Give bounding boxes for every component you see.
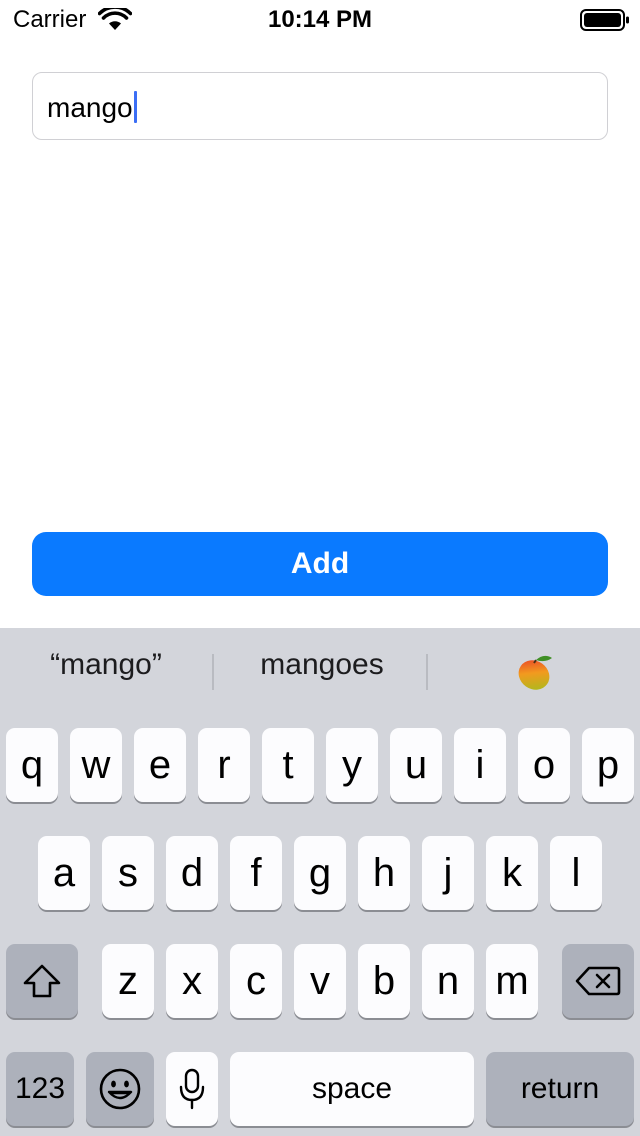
- battery-icon: [580, 9, 629, 31]
- key-e[interactable]: e: [134, 728, 186, 802]
- microphone-icon: [179, 1068, 205, 1110]
- delete-key[interactable]: [562, 944, 634, 1018]
- space-key[interactable]: space: [230, 1052, 474, 1126]
- add-button[interactable]: Add: [32, 532, 608, 596]
- key-r[interactable]: r: [198, 728, 250, 802]
- suggestion-divider: [212, 654, 214, 690]
- keyboard: “mango” mangoes q w e r t y u i o p a s …: [0, 628, 640, 1136]
- shift-key[interactable]: [6, 944, 78, 1018]
- numbers-key[interactable]: 123: [6, 1052, 74, 1126]
- key-i[interactable]: i: [454, 728, 506, 802]
- key-m[interactable]: m: [486, 944, 538, 1018]
- key-l[interactable]: l: [550, 836, 602, 910]
- key-o[interactable]: o: [518, 728, 570, 802]
- suggestion-bar: “mango” mangoes: [0, 628, 640, 718]
- mango-emoji-icon[interactable]: [514, 651, 556, 693]
- key-z[interactable]: z: [102, 944, 154, 1018]
- delete-icon: [575, 966, 621, 996]
- key-n[interactable]: n: [422, 944, 474, 1018]
- key-b[interactable]: b: [358, 944, 410, 1018]
- key-s[interactable]: s: [102, 836, 154, 910]
- status-bar: Carrier 10:14 PM: [0, 0, 640, 40]
- key-q[interactable]: q: [6, 728, 58, 802]
- key-y[interactable]: y: [326, 728, 378, 802]
- key-k[interactable]: k: [486, 836, 538, 910]
- key-a[interactable]: a: [38, 836, 90, 910]
- key-v[interactable]: v: [294, 944, 346, 1018]
- key-p[interactable]: p: [582, 728, 634, 802]
- key-c[interactable]: c: [230, 944, 282, 1018]
- key-w[interactable]: w: [70, 728, 122, 802]
- suggestion-quoted-word[interactable]: “mango”: [6, 648, 206, 682]
- emoji-key[interactable]: [86, 1052, 154, 1126]
- key-j[interactable]: j: [422, 836, 474, 910]
- suggestion-mangoes[interactable]: mangoes: [222, 648, 422, 682]
- text-field-value: mango: [47, 92, 133, 123]
- key-u[interactable]: u: [390, 728, 442, 802]
- dictation-key[interactable]: [166, 1052, 218, 1126]
- shift-icon: [23, 964, 61, 998]
- key-t[interactable]: t: [262, 728, 314, 802]
- emoji-icon: [99, 1068, 141, 1110]
- item-text-field[interactable]: mango: [32, 72, 608, 140]
- key-g[interactable]: g: [294, 836, 346, 910]
- key-f[interactable]: f: [230, 836, 282, 910]
- key-h[interactable]: h: [358, 836, 410, 910]
- key-x[interactable]: x: [166, 944, 218, 1018]
- return-key[interactable]: return: [486, 1052, 634, 1126]
- status-time: 10:14 PM: [267, 6, 373, 33]
- text-cursor: [133, 91, 137, 123]
- suggestion-divider: [426, 654, 428, 690]
- key-d[interactable]: d: [166, 836, 218, 910]
- screen: Carrier 10:14 PM mango Add “mango” mango…: [0, 0, 640, 1136]
